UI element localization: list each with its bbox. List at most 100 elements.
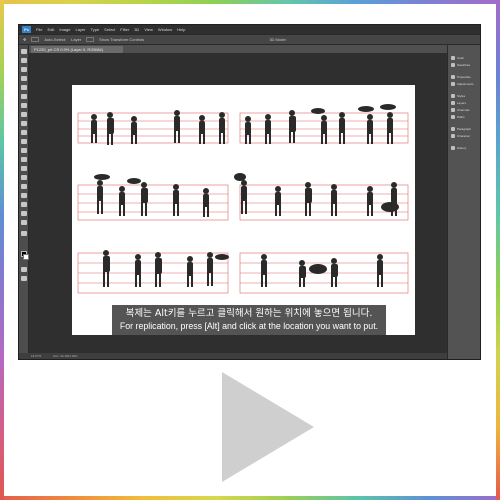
move-tool-icon[interactable]: ✥ xyxy=(23,37,26,42)
shape-tool-icon[interactable] xyxy=(21,202,27,207)
photoshop-logo-icon: Ps xyxy=(22,26,31,33)
umbrella xyxy=(311,108,325,114)
panel-paths[interactable]: Paths xyxy=(451,114,465,120)
healing-tool-icon[interactable] xyxy=(21,103,27,108)
eyedropper-tool-icon[interactable] xyxy=(21,94,27,99)
character-icon xyxy=(451,134,455,138)
play-icon[interactable] xyxy=(222,372,314,482)
layer-dropdown[interactable]: Layer xyxy=(71,37,81,42)
properties-icon xyxy=(451,75,455,79)
menu-edit[interactable]: Edit xyxy=(47,25,54,34)
panel-paragraph-label: Paragraph xyxy=(457,127,472,131)
menu-type[interactable]: Type xyxy=(91,25,100,34)
umbrella xyxy=(127,178,141,184)
gradient-tool-icon[interactable] xyxy=(21,148,27,153)
umbrella xyxy=(94,174,110,180)
marquee-tool-icon[interactable] xyxy=(21,58,27,63)
panel-adjustments-label: Adjustments xyxy=(457,82,474,86)
umbrella xyxy=(309,264,327,274)
transform-controls-label: Show Transform Controls xyxy=(99,37,145,42)
video-subtitle: 복제는 Alt키를 누르고 클릭해서 원하는 위치에 놓으면 됩니다. For … xyxy=(112,305,386,335)
crop-tool-icon[interactable] xyxy=(21,85,27,90)
type-tool-icon[interactable] xyxy=(21,184,27,189)
zoom-level[interactable]: 16.67% xyxy=(31,353,41,359)
panel-paths-label: Paths xyxy=(457,115,465,119)
menu-window[interactable]: Window xyxy=(158,25,172,34)
document-tab-bar: P1230_prt CS 0.0% (Layer 0, RGB/8#) xyxy=(29,45,447,53)
umbrella xyxy=(358,106,374,112)
paragraph-icon xyxy=(451,127,455,131)
transform-controls-checkbox[interactable] xyxy=(86,37,95,42)
umbrella xyxy=(234,173,246,181)
panel-properties[interactable]: Properties xyxy=(451,74,471,80)
clone-stamp-tool-icon[interactable] xyxy=(21,121,27,126)
channels-icon xyxy=(451,108,455,112)
path-select-tool-icon[interactable] xyxy=(21,193,27,198)
menu-help[interactable]: Help xyxy=(177,25,185,34)
screen-mode-icon[interactable] xyxy=(21,276,27,281)
panel-swatches[interactable]: Swatches xyxy=(451,62,470,68)
panel-history[interactable]: History xyxy=(451,145,466,151)
styles-icon xyxy=(451,94,455,98)
rainbow-border-top xyxy=(0,0,500,4)
options-bar: ✥ Auto-Select: Layer Show Transform Cont… xyxy=(19,34,480,45)
tools-panel xyxy=(19,45,29,359)
menu-image[interactable]: Image xyxy=(59,25,70,34)
panel-color[interactable]: Color xyxy=(451,55,464,61)
menu-file[interactable]: File xyxy=(36,25,42,34)
swatches-icon xyxy=(451,63,455,67)
paths-icon xyxy=(451,115,455,119)
panel-adjustments[interactable]: Adjustments xyxy=(451,81,474,87)
subtitle-english: For replication, press [Alt] and click a… xyxy=(119,321,379,331)
panel-channels-label: Channels xyxy=(457,108,470,112)
auto-select-label: Auto-Select: xyxy=(44,37,67,42)
panel-styles[interactable]: Styles xyxy=(451,93,465,99)
subtitle-korean: 복제는 Alt키를 누르고 클릭해서 원하는 위치에 놓으면 됩니다. xyxy=(125,308,373,319)
menu-view[interactable]: View xyxy=(144,25,153,34)
brush-tool-icon[interactable] xyxy=(21,112,27,117)
rainbow-border-right xyxy=(496,0,500,500)
panel-swatches-label: Swatches xyxy=(457,63,471,67)
dodge-tool-icon[interactable] xyxy=(21,166,27,171)
blur-tool-icon[interactable] xyxy=(21,157,27,162)
menu-filter[interactable]: Filter xyxy=(120,25,129,34)
rainbow-border-left xyxy=(0,0,4,500)
quick-mask-icon[interactable] xyxy=(21,267,27,272)
document-tab[interactable]: P1230_prt CS 0.0% (Layer 0, RGB/8#) xyxy=(31,46,123,53)
document-canvas[interactable] xyxy=(72,85,415,335)
history-brush-tool-icon[interactable] xyxy=(21,130,27,135)
menu-3d[interactable]: 3D xyxy=(134,25,139,34)
panel-styles-label: Styles xyxy=(457,94,466,98)
panel-channels[interactable]: Channels xyxy=(451,107,470,113)
more-tools-icon[interactable] xyxy=(21,231,27,236)
status-bar: 16.67% Doc: 34.1M/1.04G xyxy=(19,353,447,359)
menu-layer[interactable]: Layer xyxy=(75,25,85,34)
document-size: Doc: 34.1M/1.04G xyxy=(53,354,78,358)
adjustments-icon xyxy=(451,82,455,86)
panel-character-label: Character xyxy=(457,134,471,138)
3d-mode-label: 3D Mode: xyxy=(269,37,287,42)
rainbow-border-bottom xyxy=(0,496,500,500)
panel-character[interactable]: Character xyxy=(451,133,470,139)
panel-paragraph[interactable]: Paragraph xyxy=(451,126,471,132)
pen-tool-icon[interactable] xyxy=(21,175,27,180)
history-icon xyxy=(451,146,455,150)
umbrella xyxy=(380,104,396,110)
panel-layers[interactable]: Layers xyxy=(451,100,466,106)
zoom-tool-icon[interactable] xyxy=(21,220,27,225)
umbrella xyxy=(215,254,229,260)
menu-select[interactable]: Select xyxy=(104,25,115,34)
panel-properties-label: Properties xyxy=(457,75,471,79)
umbrella xyxy=(381,202,399,212)
auto-select-checkbox[interactable] xyxy=(31,37,40,42)
lasso-tool-icon[interactable] xyxy=(21,67,27,72)
panel-history-label: History xyxy=(457,146,467,150)
quick-select-tool-icon[interactable] xyxy=(21,76,27,81)
panel-color-label: Color xyxy=(457,56,465,60)
panel-layers-label: Layers xyxy=(457,101,467,105)
play-button[interactable] xyxy=(210,366,322,488)
hand-tool-icon[interactable] xyxy=(21,211,27,216)
move-tool-icon[interactable] xyxy=(21,49,27,54)
eraser-tool-icon[interactable] xyxy=(21,139,27,144)
color-icon xyxy=(451,56,455,60)
